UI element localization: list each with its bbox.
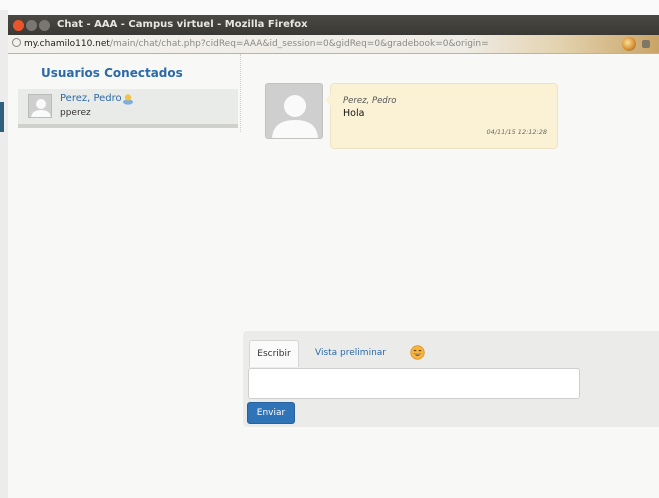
globe-icon [12, 38, 21, 47]
window-titlebar: Chat - AAA - Campus virtuel - Mozilla Fi… [8, 15, 659, 35]
left-edge [0, 10, 8, 498]
message-composer: Escribir Vista preliminar Enviar [243, 331, 659, 427]
user-item[interactable]: Perez, Pedro pperez [18, 89, 238, 128]
emoji-icon[interactable] [410, 345, 425, 360]
message-avatar [265, 83, 323, 139]
chat-page: Usuarios Conectados Perez, Pedro pperez [8, 54, 659, 498]
url-text[interactable]: my.chamilo110.net/main/chat/chat.php?cid… [12, 35, 489, 53]
message-time: 04/11/15 12:12:28 [486, 128, 547, 136]
puzzle-icon[interactable] [642, 40, 650, 48]
connected-users-panel: Usuarios Conectados Perez, Pedro pperez [18, 54, 241, 132]
window-title: Chat - AAA - Campus virtuel - Mozilla Fi… [57, 19, 308, 30]
url-host: my.chamilo110.net [24, 39, 110, 49]
chat-message: Perez, Pedro Hola 04/11/15 12:12:28 [325, 83, 558, 149]
user-name[interactable]: Perez, Pedro [60, 93, 122, 104]
user-status-icon [123, 94, 133, 105]
message-input[interactable] [248, 368, 580, 399]
send-button[interactable]: Enviar [247, 402, 295, 424]
url-path: /main/chat/chat.php?cidReq=AAA&id_sessio… [109, 39, 489, 49]
message-text: Hola [343, 108, 365, 119]
connected-users-title: Usuarios Conectados [41, 66, 183, 80]
avatar [28, 94, 52, 118]
minimize-window-button[interactable] [26, 20, 37, 31]
tab-preview[interactable]: Vista preliminar [315, 340, 386, 367]
message-author: Perez, Pedro [343, 96, 397, 106]
tab-write[interactable]: Escribir [249, 340, 299, 367]
user-login: pperez [60, 108, 91, 118]
screen: Chat - AAA - Campus virtuel - Mozilla Fi… [0, 0, 659, 498]
maximize-window-button[interactable] [39, 20, 50, 31]
firefox-icon[interactable] [622, 37, 636, 51]
address-bar[interactable]: my.chamilo110.net/main/chat/chat.php?cid… [8, 35, 659, 54]
close-window-button[interactable] [13, 20, 24, 31]
